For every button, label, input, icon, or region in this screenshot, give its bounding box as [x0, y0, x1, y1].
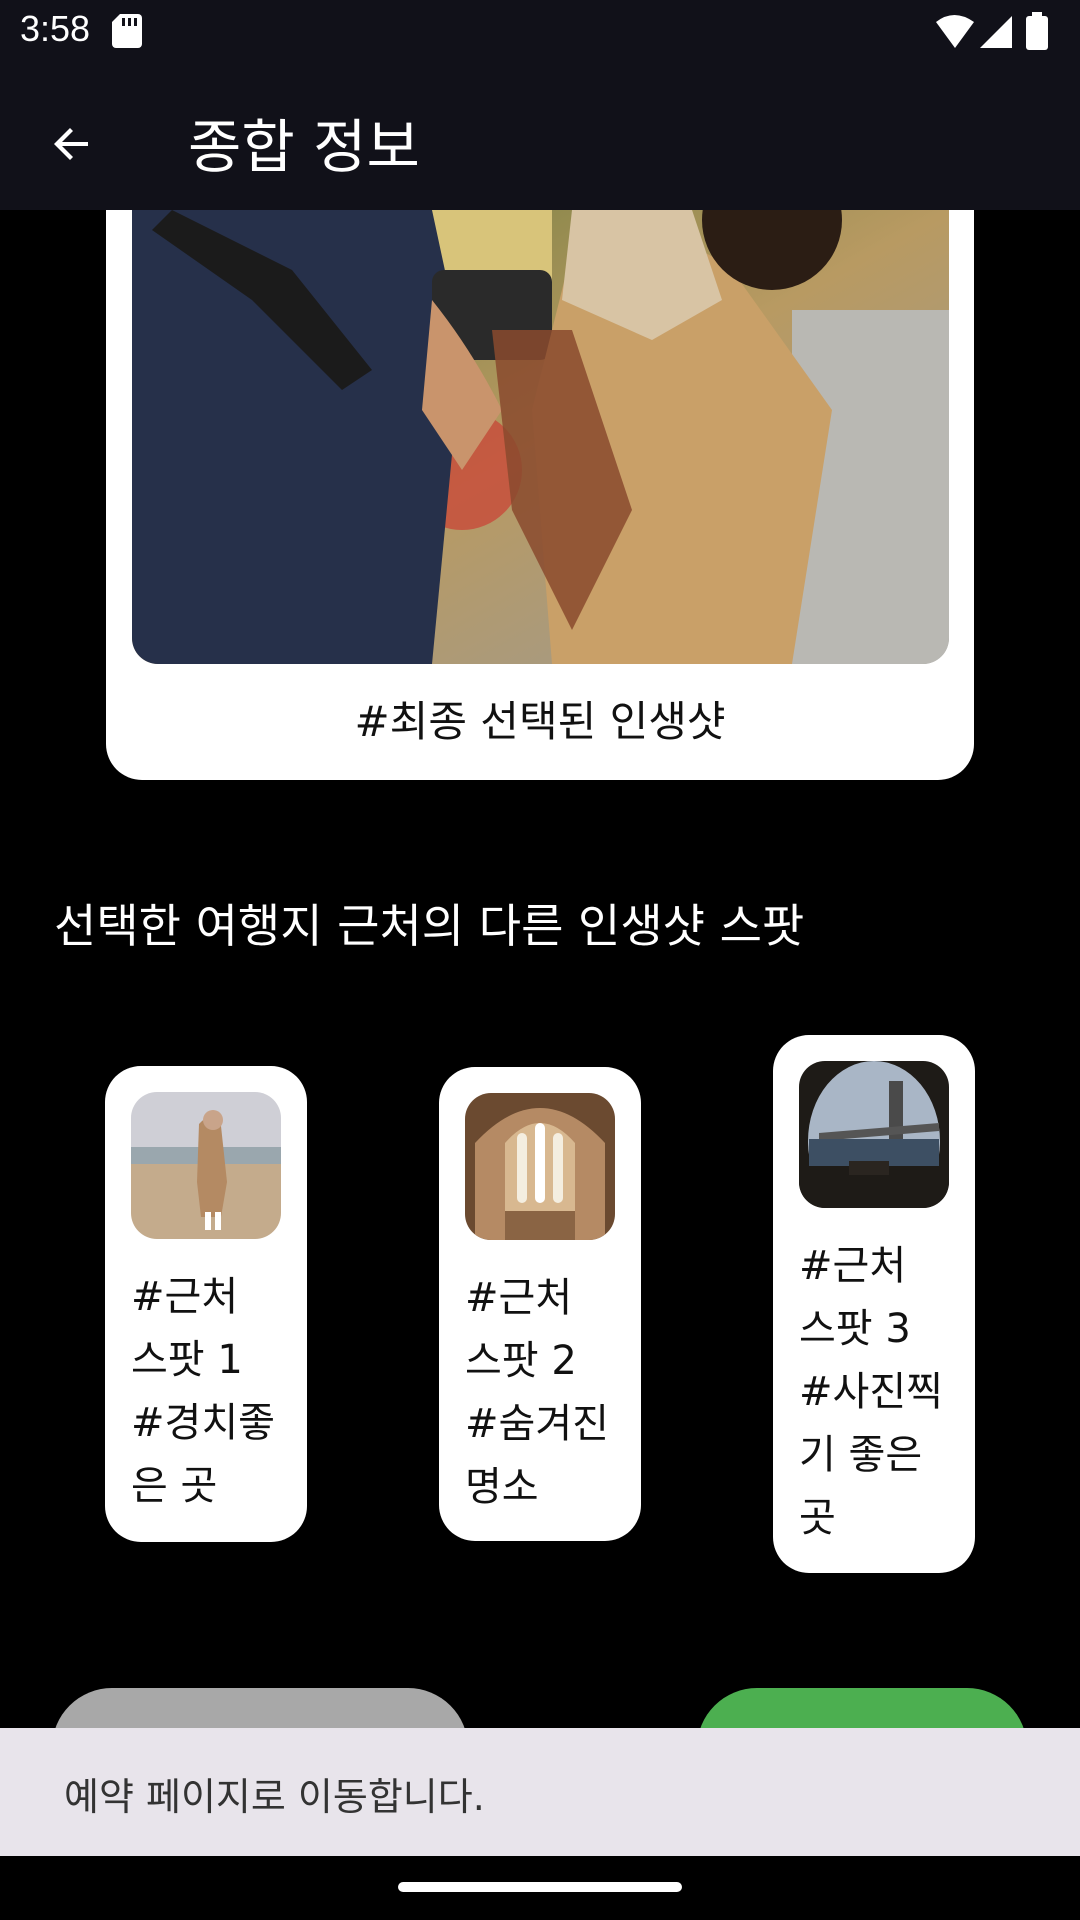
- spot-photo-2: [465, 1093, 615, 1240]
- spot-photo-1: [131, 1092, 281, 1239]
- spot-3-line-2: 스팟 3: [799, 1306, 911, 1352]
- selected-photo-card: #최종 선택된 인생샷: [106, 210, 974, 780]
- spot-text-2: #근처 스팟 2 #숨겨진 명소: [465, 1267, 625, 1519]
- spot-2-line-3: #숨겨진: [465, 1401, 609, 1447]
- signal-icon: [980, 16, 1012, 48]
- back-button[interactable]: [30, 102, 114, 186]
- spot-text-3: #근처 스팟 3 #사진찍 기 좋은 곳: [799, 1235, 959, 1550]
- spot-card-3[interactable]: #근처 스팟 3 #사진찍 기 좋은 곳: [773, 1035, 975, 1573]
- battery-icon: [1026, 12, 1048, 50]
- sd-card-icon: [112, 14, 142, 48]
- spot-text-1: #근처 스팟 1 #경치좋 은 곳: [131, 1266, 291, 1518]
- spot-3-line-5: 곳: [799, 1495, 836, 1541]
- spot-3-line-3: #사진찍: [799, 1369, 943, 1415]
- status-icons: [934, 12, 1052, 52]
- wifi-icon: [936, 15, 974, 48]
- page-title: 종합 정보: [188, 113, 420, 181]
- app-bar: 종합 정보: [0, 64, 1080, 210]
- selected-photo: [132, 210, 949, 664]
- spot-3-line-1: #근처: [799, 1243, 907, 1289]
- home-indicator[interactable]: [398, 1882, 682, 1892]
- spot-1-line-1: #근처: [131, 1274, 239, 1320]
- spot-1-line-3: #경치좋: [131, 1400, 275, 1446]
- spot-1-line-4: 은 곳: [131, 1463, 218, 1509]
- selected-photo-caption: #최종 선택된 인생샷: [354, 697, 726, 746]
- spot-card-2[interactable]: #근처 스팟 2 #숨겨진 명소: [439, 1067, 641, 1541]
- nearby-spots-title: 선택한 여행지 근처의 다른 인생샷 스팟: [54, 899, 805, 953]
- snackbar-message: 예약 페이지로 이동합니다.: [64, 1775, 485, 1819]
- spot-2-line-2: 스팟 2: [465, 1338, 577, 1384]
- spot-photo-3: [799, 1061, 949, 1208]
- status-bar: 3:58: [0, 0, 1080, 64]
- status-time: 3:58: [20, 8, 91, 49]
- spot-card-1[interactable]: #근처 스팟 1 #경치좋 은 곳: [105, 1066, 307, 1542]
- snackbar: 예약 페이지로 이동합니다.: [0, 1728, 1080, 1856]
- arrow-back-icon: [54, 128, 88, 160]
- spot-3-line-4: 기 좋은: [799, 1432, 923, 1478]
- spot-2-line-1: #근처: [465, 1275, 573, 1321]
- spot-1-line-2: 스팟 1: [131, 1337, 243, 1383]
- spot-2-line-4: 명소: [465, 1464, 539, 1510]
